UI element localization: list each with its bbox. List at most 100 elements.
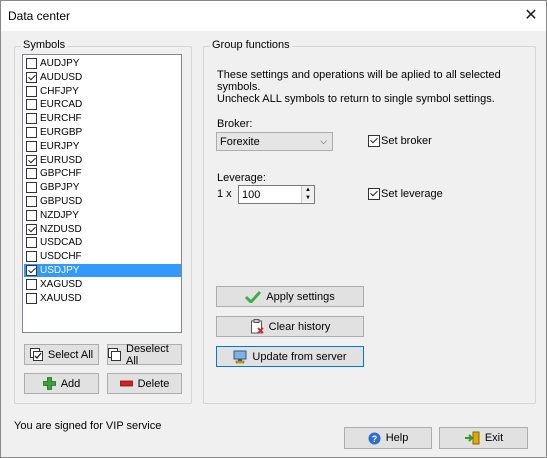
symbol-label: CHFJPY: [40, 85, 79, 97]
symbol-checkbox[interactable]: [26, 265, 37, 276]
symbol-checkbox[interactable]: [26, 292, 37, 304]
symbol-checkbox[interactable]: [26, 168, 37, 180]
select-all-icon: [29, 348, 43, 361]
symbol-label: USDJPY: [40, 265, 80, 276]
set-leverage-checkbox[interactable]: Set leverage: [368, 188, 443, 200]
symbol-checkbox[interactable]: [26, 196, 37, 207]
symbol-list-item[interactable]: NZDUSD: [24, 223, 181, 236]
symbol-list-item[interactable]: GBPCHF: [24, 167, 181, 180]
delete-label: Delete: [137, 377, 170, 390]
symbol-checkbox[interactable]: [26, 113, 37, 125]
symbol-list-item[interactable]: XAUUSD: [24, 292, 181, 305]
window-title: Data center: [8, 9, 71, 23]
group-description: These settings and operations will be ap…: [217, 69, 527, 105]
symbol-label: GBPJPY: [40, 182, 80, 194]
add-label: Add: [60, 377, 81, 390]
exit-label: Exit: [484, 432, 504, 444]
set-broker-checkbox[interactable]: Set broker: [368, 135, 432, 147]
clear-history-label: Clear history: [268, 320, 331, 333]
symbol-checkbox[interactable]: [26, 278, 37, 290]
symbols-legend: Symbols: [21, 39, 68, 51]
leverage-spin-buttons: ▲ ▼: [301, 186, 314, 203]
status-text: You are signed for VIP service: [14, 420, 162, 432]
symbol-list-item[interactable]: AUDJPY: [24, 57, 181, 70]
delete-button[interactable]: Delete: [107, 373, 182, 394]
help-label: Help: [385, 432, 409, 444]
symbol-list-item[interactable]: AUDUSD: [24, 71, 181, 84]
symbol-list-item[interactable]: EURCHF: [24, 112, 181, 125]
select-all-label: Select All: [47, 348, 94, 361]
update-from-server-button[interactable]: Update from server: [216, 346, 364, 367]
apply-settings-label: Apply settings: [266, 290, 335, 303]
help-button[interactable]: ? Help: [344, 427, 432, 449]
symbol-checkbox[interactable]: [26, 127, 37, 138]
symbol-label: USDCHF: [40, 251, 82, 263]
symbol-checkbox[interactable]: [26, 223, 37, 235]
symbol-label: XAGUSD: [40, 278, 83, 290]
description-line-2: Uncheck ALL symbols to return to single …: [217, 93, 495, 105]
symbol-list-item[interactable]: EURJPY: [24, 140, 181, 153]
set-leverage-check[interactable]: [368, 188, 380, 200]
exit-button[interactable]: Exit: [439, 427, 528, 449]
set-broker-label: Set broker: [381, 135, 432, 147]
symbol-checkbox[interactable]: [26, 154, 37, 166]
symbol-label: EURGBP: [40, 127, 83, 138]
symbol-checkbox[interactable]: [26, 209, 37, 221]
symbol-list-item[interactable]: USDJPY: [24, 264, 181, 277]
symbol-checkbox[interactable]: [26, 251, 37, 263]
spin-down-icon[interactable]: ▼: [302, 194, 314, 202]
symbol-list-item[interactable]: CHFJPY: [24, 85, 181, 98]
set-leverage-label: Set leverage: [381, 188, 443, 200]
symbol-label: XAUUSD: [40, 292, 82, 304]
clipboard-clear-icon: [250, 319, 264, 334]
description-line-1: These settings and operations will be ap…: [217, 69, 501, 93]
svg-text:?: ?: [371, 434, 377, 444]
deselect-all-label: Deselect All: [126, 342, 169, 367]
deselect-all-icon: [108, 348, 121, 361]
symbol-checkbox[interactable]: [26, 182, 37, 194]
symbol-checkbox[interactable]: [26, 140, 37, 152]
symbol-list-item[interactable]: NZDJPY: [24, 209, 181, 222]
set-broker-check[interactable]: [368, 135, 380, 147]
select-all-button[interactable]: Select All: [24, 344, 99, 365]
symbol-label: AUDJPY: [40, 58, 80, 69]
symbol-checkbox[interactable]: [26, 99, 37, 111]
symbol-list-item[interactable]: GBPUSD: [24, 195, 181, 208]
symbol-list-item[interactable]: EURUSD: [24, 154, 181, 167]
broker-select[interactable]: Forexite ⌵: [216, 132, 333, 151]
title-bar: Data center ✕: [1, 1, 546, 31]
symbol-label: USDCAD: [40, 237, 83, 249]
symbol-list-item[interactable]: EURCAD: [24, 98, 181, 111]
symbol-list-item[interactable]: USDCAD: [24, 236, 181, 249]
broker-value: Forexite: [220, 135, 260, 148]
symbol-checkbox[interactable]: [26, 237, 37, 249]
broker-label: Broker:: [217, 118, 253, 130]
symbol-list-item[interactable]: XAGUSD: [24, 278, 181, 291]
leverage-prefix: 1 x: [217, 188, 232, 200]
close-icon[interactable]: ✕: [516, 1, 546, 31]
symbol-checkbox[interactable]: [26, 85, 37, 97]
minus-icon: [119, 380, 133, 387]
symbol-label: NZDUSD: [40, 223, 82, 235]
exit-door-icon: [464, 431, 480, 445]
help-icon: ?: [368, 432, 381, 445]
symbol-label: EURUSD: [40, 154, 83, 166]
symbol-list-item[interactable]: USDCHF: [24, 250, 181, 263]
symbol-label: EURCAD: [40, 99, 83, 111]
server-computer-icon: [233, 350, 247, 364]
add-button[interactable]: Add: [24, 373, 99, 394]
apply-settings-button[interactable]: Apply settings: [216, 286, 364, 307]
symbol-checkbox[interactable]: [26, 58, 37, 69]
checkmark-icon: [245, 290, 262, 303]
leverage-spinbox[interactable]: 100 ▲ ▼: [238, 185, 315, 204]
chevron-down-icon: ⌵: [320, 136, 327, 146]
spin-up-icon[interactable]: ▲: [302, 186, 314, 194]
leverage-value: 100: [242, 188, 261, 201]
group-functions-legend: Group functions: [210, 39, 292, 51]
deselect-all-button[interactable]: Deselect All: [107, 342, 182, 367]
symbols-list[interactable]: AUDJPY AUDUSD CHFJPY EURCAD EURCHF EURGBP EURJ…: [22, 54, 182, 333]
symbol-list-item[interactable]: GBPJPY: [24, 181, 181, 194]
symbol-checkbox[interactable]: [26, 71, 37, 83]
clear-history-button[interactable]: Clear history: [216, 316, 364, 337]
symbol-list-item[interactable]: EURGBP: [24, 126, 181, 139]
